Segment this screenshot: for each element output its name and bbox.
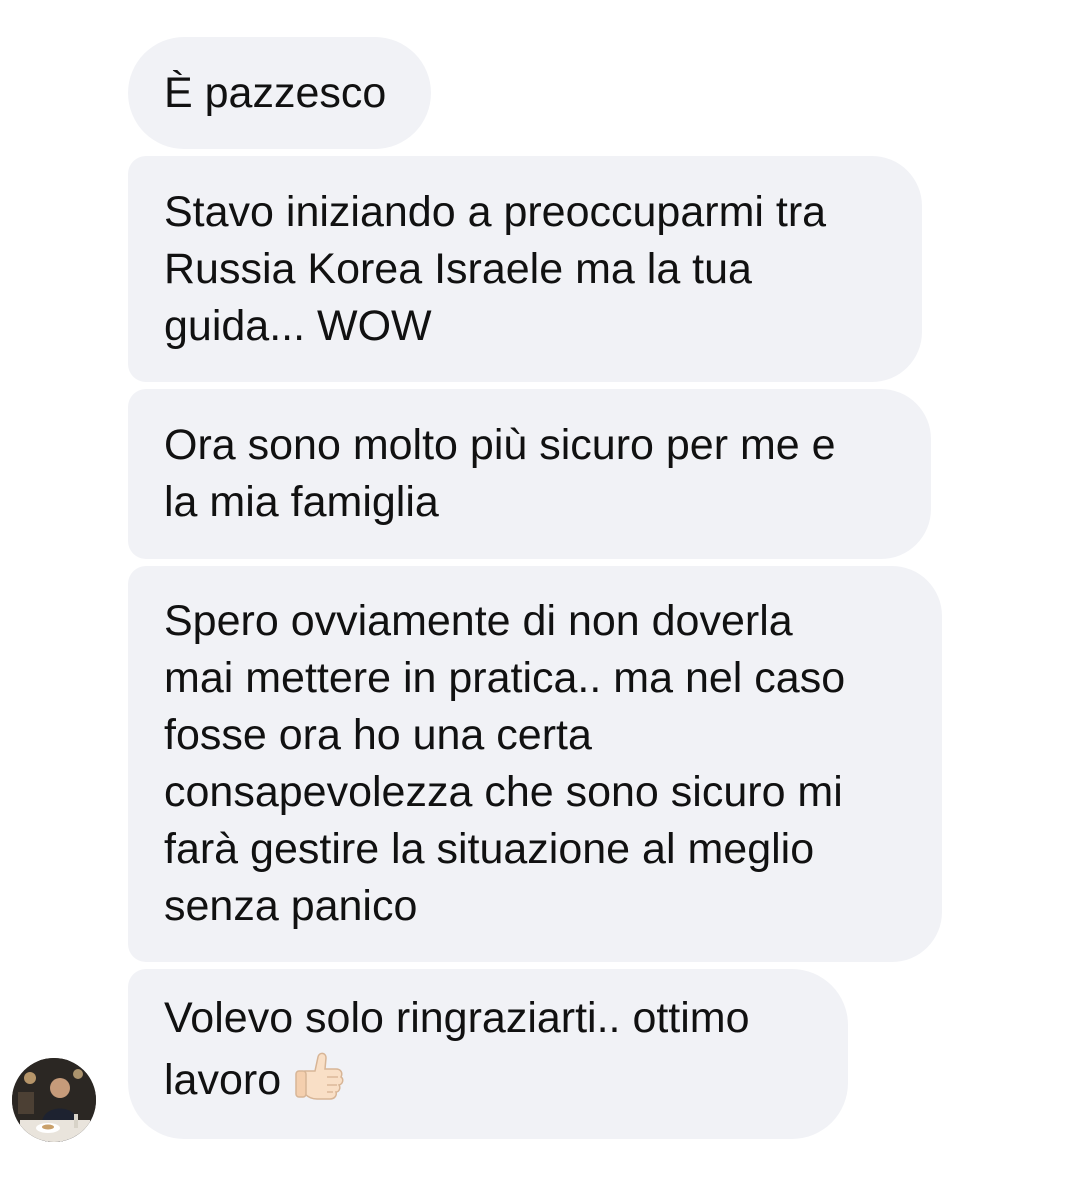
avatar-photo-icon [12,1058,96,1142]
message-bubble[interactable]: Stavo iniziando a preoccuparmi tra Russi… [128,156,922,382]
message-bubble[interactable]: Ora sono molto più sicuro per me e la mi… [128,389,931,559]
message-text-content: Volevo solo ringraziarti.. ottimo lavoro [164,994,750,1104]
message-text: Volevo solo ringraziarti.. ottimo lavoro [164,990,750,1118]
thumbs-up-icon [291,1047,347,1118]
message-text: Stavo iniziando a preoccuparmi tra Russi… [164,187,827,350]
message-bubble[interactable]: Volevo solo ringraziarti.. ottimo lavoro [128,969,848,1139]
message-bubble[interactable]: È pazzesco [128,37,431,149]
message-text: Spero ovviamente di non doverla mai mett… [164,597,846,930]
avatar[interactable] [12,1058,96,1142]
message-bubble[interactable]: Spero ovviamente di non doverla mai mett… [128,566,942,962]
message-text: Ora sono molto più sicuro per me e la mi… [164,421,836,526]
message-text: È pazzesco [164,68,387,117]
